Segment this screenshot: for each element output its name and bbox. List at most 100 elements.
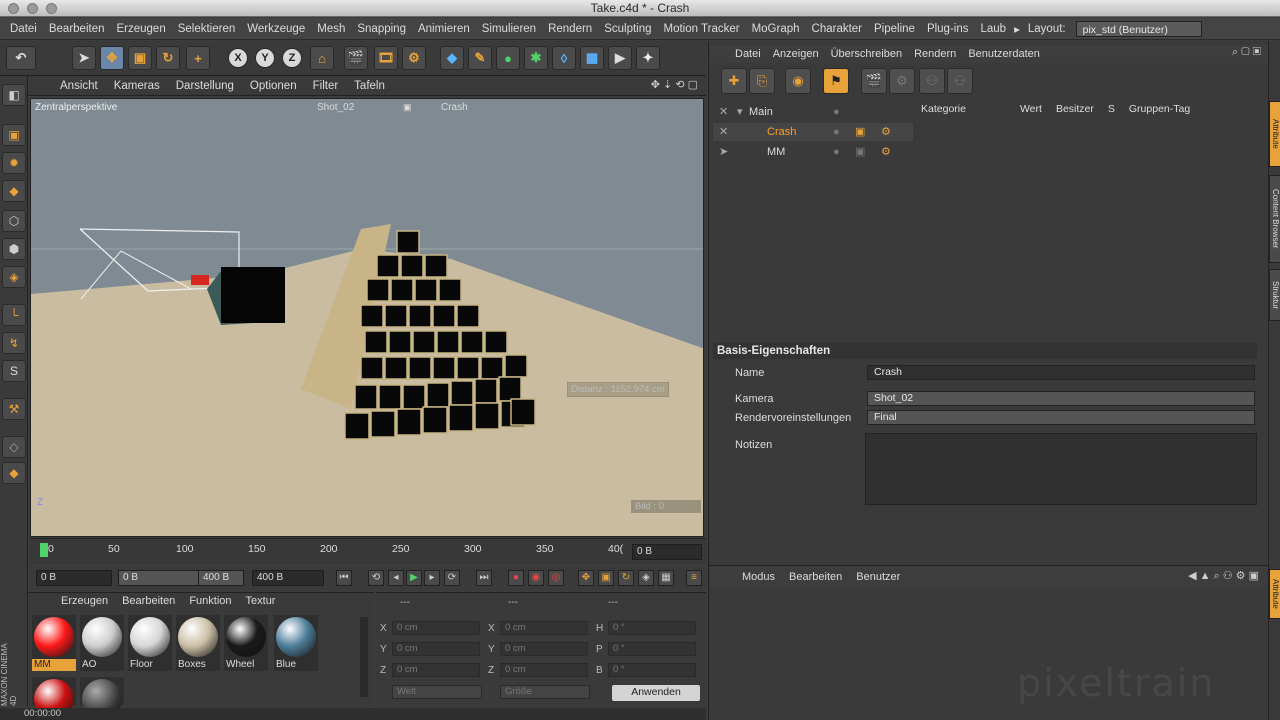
- 3d-viewport[interactable]: Zentralperspektive Shot_02 ▣ Crash Dista…: [30, 98, 704, 537]
- material-swatch[interactable]: Blue: [274, 615, 318, 671]
- size-x-field[interactable]: 0 cm: [500, 621, 588, 635]
- zoom-window-button[interactable]: [46, 3, 57, 14]
- material-menu-bearbeiten[interactable]: Bearbeiten: [115, 595, 182, 607]
- next-key-icon[interactable]: ⟳: [444, 570, 460, 586]
- viewport-menu-optionen[interactable]: Optionen: [242, 80, 305, 92]
- nurbs-icon[interactable]: ●: [496, 46, 520, 70]
- take-row-crash[interactable]: ✕ Crash ● ▣ ⚙: [713, 123, 913, 141]
- menu-erzeugen[interactable]: Erzeugen: [110, 23, 171, 35]
- step-forward-icon[interactable]: ▸: [424, 570, 440, 586]
- position-z-field[interactable]: 0 cm: [392, 663, 480, 677]
- collapse-arrow-icon[interactable]: ▾: [737, 103, 743, 121]
- edges-mode-icon[interactable]: ⬢: [2, 238, 26, 260]
- menu-simulieren[interactable]: Simulieren: [476, 23, 542, 35]
- material-swatch[interactable]: Boxes: [176, 615, 220, 671]
- material-swatch[interactable]: AO: [80, 615, 124, 671]
- tab-attribute[interactable]: Attribute: [1269, 101, 1280, 167]
- close-window-button[interactable]: [8, 3, 19, 14]
- tab-content-browser[interactable]: Content Browser: [1269, 175, 1280, 263]
- checkbox-icon[interactable]: ✕: [719, 123, 728, 141]
- checkbox-icon[interactable]: ✕: [719, 103, 728, 121]
- material-swatch[interactable]: MM: [32, 615, 76, 671]
- take-row-main[interactable]: ✕ ▾ Main ●: [713, 103, 913, 121]
- viewport-menu-tafeln[interactable]: Tafeln: [346, 80, 393, 92]
- render-settings-dropdown[interactable]: Final: [867, 410, 1255, 425]
- scale-tool-icon[interactable]: ▣: [128, 46, 152, 70]
- spline-pen-icon[interactable]: ✎: [468, 46, 492, 70]
- column-besitzer[interactable]: Besitzer: [1056, 103, 1094, 121]
- viewport-take-label[interactable]: Crash: [441, 102, 468, 113]
- take-menu-datei[interactable]: Datei: [729, 48, 767, 60]
- take-render-settings-icon[interactable]: ⚙: [889, 68, 915, 94]
- menu-overflow-arrow-icon[interactable]: ▸: [1012, 22, 1022, 36]
- menu-werkzeuge[interactable]: Werkzeuge: [241, 23, 311, 35]
- render-view-icon[interactable]: 🎬: [344, 46, 368, 70]
- polygons-mode-icon[interactable]: ◈: [2, 266, 26, 288]
- menu-plugins[interactable]: Plug-ins: [921, 23, 975, 35]
- coordinate-system-icon[interactable]: ⌂: [310, 46, 334, 70]
- planar-workplane-icon[interactable]: ◇: [2, 436, 26, 458]
- point-level-icon[interactable]: ▦: [658, 570, 674, 586]
- viewport-menu-darstellung[interactable]: Darstellung: [168, 80, 242, 92]
- array-icon[interactable]: ✱: [524, 46, 548, 70]
- lock-workplane-icon[interactable]: ⚒: [2, 398, 26, 420]
- go-to-end-icon[interactable]: ⏭: [476, 570, 492, 586]
- current-frame-field[interactable]: 0 B: [632, 544, 702, 560]
- apply-button[interactable]: Anwenden: [612, 685, 700, 701]
- playhead-marker[interactable]: [40, 543, 48, 557]
- tab-attribute-bottom[interactable]: Attribute: [1269, 569, 1280, 619]
- material-menu-funktion[interactable]: Funktion: [182, 595, 238, 607]
- column-wert[interactable]: Wert: [1020, 103, 1042, 121]
- column-gruppen-tag[interactable]: Gruppen-Tag: [1129, 103, 1190, 121]
- axis-mode-icon[interactable]: └: [2, 304, 26, 326]
- minimize-window-button[interactable]: [27, 3, 38, 14]
- workplane-icon[interactable]: ◆: [2, 180, 26, 202]
- position-x-field[interactable]: 0 cm: [392, 621, 480, 635]
- viewport-navigation-icons[interactable]: ✥ ⇣ ⟲ ▢: [651, 78, 698, 91]
- texture-mode-icon[interactable]: ✹: [2, 152, 26, 174]
- undo-icon[interactable]: ↶: [6, 46, 36, 70]
- menu-pipeline[interactable]: Pipeline: [868, 23, 921, 35]
- column-kategorie[interactable]: Kategorie: [921, 103, 966, 121]
- viewport-projection-label[interactable]: Zentralperspektive: [35, 102, 117, 113]
- material-menu-erzeugen[interactable]: Erzeugen: [54, 595, 115, 607]
- move-tool-icon[interactable]: ✥: [100, 46, 124, 70]
- keyframe-selection-icon[interactable]: ◎: [548, 570, 564, 586]
- material-swatch[interactable]: [32, 677, 76, 719]
- prev-key-icon[interactable]: ⟲: [368, 570, 384, 586]
- menu-laub[interactable]: Laub: [975, 23, 1013, 35]
- last-tool-icon[interactable]: +: [186, 46, 210, 70]
- menu-selektieren[interactable]: Selektieren: [172, 23, 242, 35]
- menu-charakter[interactable]: Charakter: [806, 23, 869, 35]
- layer-menu-bearbeiten[interactable]: Bearbeiten: [782, 571, 849, 583]
- end-frame-field[interactable]: 400 B: [252, 570, 324, 586]
- play-icon[interactable]: ▶: [406, 570, 422, 586]
- viewport-menu-filter[interactable]: Filter: [305, 80, 347, 92]
- take-row-mm[interactable]: ➤ MM ● ▣ ⚙: [713, 143, 913, 161]
- material-swatch[interactable]: Wheel: [224, 615, 268, 671]
- take-menu-ueberschreiben[interactable]: Überschreiben: [825, 48, 909, 60]
- render-settings-icon[interactable]: ⚙: [402, 46, 426, 70]
- position-key-icon[interactable]: ✥: [578, 570, 594, 586]
- menu-rendern[interactable]: Rendern: [542, 23, 598, 35]
- position-y-field[interactable]: 0 cm: [392, 642, 480, 656]
- step-back-icon[interactable]: ◂: [388, 570, 404, 586]
- points-mode-icon[interactable]: ⬡: [2, 210, 26, 232]
- take-render-icon[interactable]: 🎬: [861, 68, 887, 94]
- deformer-icon[interactable]: ◊: [552, 46, 576, 70]
- rotation-key-icon[interactable]: ↻: [618, 570, 634, 586]
- menu-motion-tracker[interactable]: Motion Tracker: [658, 23, 746, 35]
- layer-nav-icons[interactable]: ◀ ▲ ⌕ ⚇ ⚙ ▣: [1188, 569, 1259, 583]
- range-slider-max[interactable]: 400 B: [198, 570, 244, 586]
- model-mode-icon[interactable]: ▣: [2, 124, 26, 146]
- camera-icon[interactable]: ▶: [608, 46, 632, 70]
- tab-struktur[interactable]: Struktur: [1269, 269, 1280, 321]
- layout-dropdown[interactable]: pix_std (Benutzer): [1075, 20, 1202, 37]
- size-mode-dropdown[interactable]: Größe: [500, 685, 590, 699]
- go-to-start-icon[interactable]: ⏮: [336, 570, 352, 586]
- floor-icon[interactable]: ▦: [580, 46, 604, 70]
- material-menu-textur[interactable]: Textur: [239, 595, 283, 607]
- take-menu-rendern[interactable]: Rendern: [908, 48, 962, 60]
- column-s[interactable]: S: [1108, 103, 1115, 121]
- add-take-icon[interactable]: ✚: [721, 68, 747, 94]
